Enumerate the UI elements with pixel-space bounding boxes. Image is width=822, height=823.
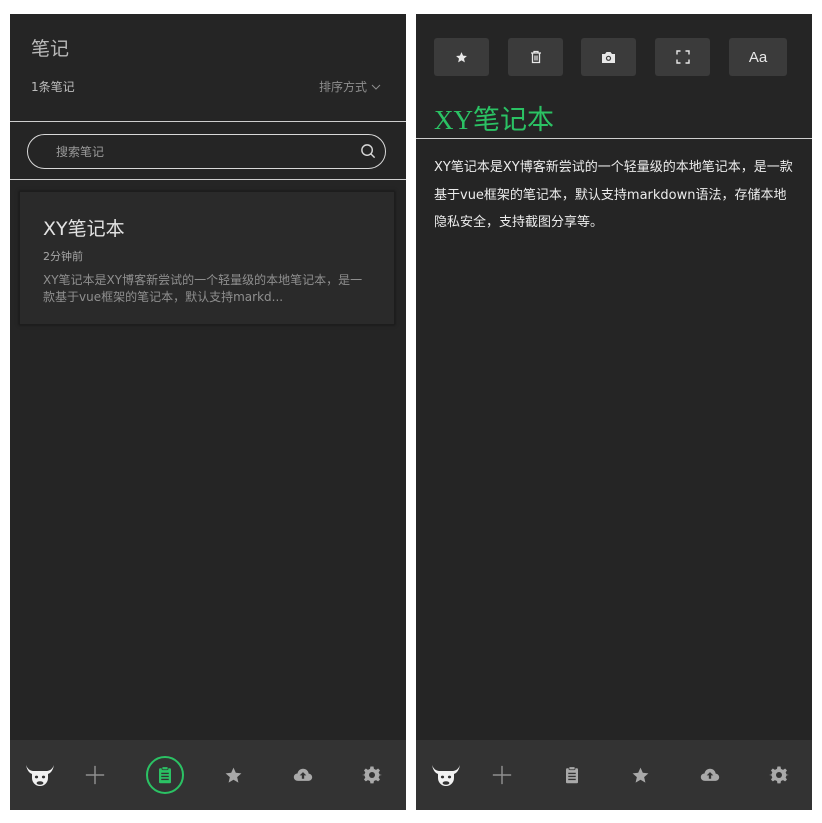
nav-settings[interactable]	[767, 740, 791, 810]
clipboard-icon	[156, 765, 174, 785]
star-icon	[631, 766, 650, 785]
cloud-upload-icon	[292, 765, 314, 785]
fullscreen-button[interactable]	[655, 38, 710, 76]
note-count: 1条笔记	[31, 80, 75, 94]
star-icon	[224, 766, 243, 785]
bottom-nav	[416, 740, 812, 810]
search-input[interactable]	[56, 135, 346, 168]
screenshot-button[interactable]	[581, 38, 636, 76]
sort-label: 排序方式	[318, 80, 367, 94]
note-card-excerpt: XY笔记本是XY博客新尝试的一个轻量级的本地笔记本，是一款基于vue框架的笔记本…	[43, 273, 363, 304]
search-icon[interactable]	[360, 143, 377, 160]
plus-icon	[84, 764, 106, 786]
nav-notes[interactable]	[560, 740, 584, 810]
nav-cloud[interactable]	[697, 740, 723, 810]
nav-active-indicator	[146, 756, 184, 794]
nav-add[interactable]	[489, 740, 515, 810]
plus-icon	[491, 764, 513, 786]
cloud-upload-icon	[699, 765, 721, 785]
nav-add[interactable]	[82, 740, 108, 810]
gear-icon	[362, 765, 382, 785]
search-box	[27, 134, 386, 169]
clipboard-icon	[563, 765, 581, 785]
chevron-down-icon	[371, 84, 381, 90]
nav-favorites[interactable]	[222, 740, 244, 810]
note-card-time: 2分钟前	[43, 250, 83, 263]
note-title[interactable]: XY笔记本	[434, 98, 554, 137]
nav-favorites[interactable]	[629, 740, 651, 810]
bull-logo-icon	[430, 759, 462, 791]
divider	[416, 138, 812, 139]
bottom-nav	[10, 740, 406, 810]
sort-dropdown[interactable]: 排序方式	[319, 78, 381, 95]
gear-icon	[769, 765, 789, 785]
font-button-label: Aa	[748, 48, 768, 66]
favorite-button[interactable]	[434, 38, 489, 76]
delete-button[interactable]	[508, 38, 563, 76]
note-card[interactable]: XY笔记本 2分钟前 XY笔记本是XY博客新尝试的一个轻量级的本地笔记本，是一款…	[19, 191, 395, 325]
note-list-panel: 笔记 1条笔记 排序方式 XY笔记本 2分钟前 XY笔记本是XY博客新尝试的一个…	[10, 14, 406, 810]
font-button[interactable]: Aa	[729, 38, 787, 76]
trash-icon	[530, 50, 541, 64]
star-icon	[455, 51, 468, 64]
nav-logo[interactable]	[22, 740, 58, 810]
camera-icon	[602, 51, 615, 63]
nav-settings[interactable]	[360, 740, 384, 810]
nav-cloud[interactable]	[290, 740, 316, 810]
nav-logo[interactable]	[428, 740, 464, 810]
note-body[interactable]: XY笔记本是XY博客新尝试的一个轻量级的本地笔记本，是一款基于vue框架的笔记本…	[434, 154, 798, 237]
divider	[10, 121, 406, 122]
page-title: 笔记	[31, 38, 70, 60]
nav-notes[interactable]	[144, 740, 186, 810]
note-card-title: XY笔记本	[43, 218, 125, 240]
expand-icon	[675, 50, 690, 64]
divider	[10, 179, 406, 180]
bull-logo-icon	[24, 759, 56, 791]
note-editor-panel: Aa XY笔记本 XY笔记本是XY博客新尝试的一个轻量级的本地笔记本，是一款基于…	[416, 14, 812, 810]
